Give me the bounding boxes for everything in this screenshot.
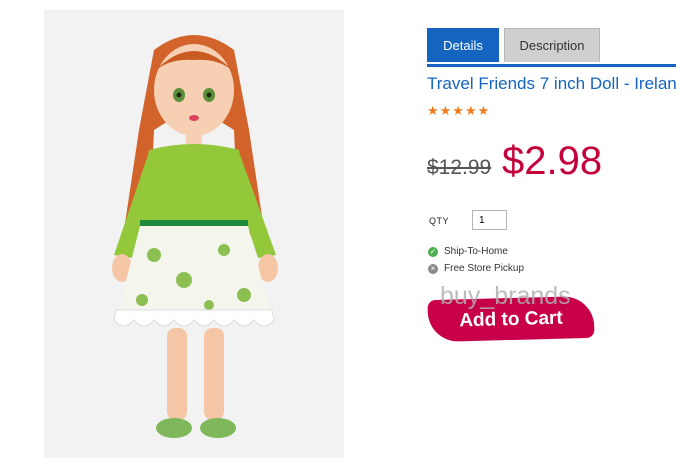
- store-pickup-label: Free Store Pickup: [444, 263, 525, 274]
- unavailable-icon: ×: [428, 263, 438, 274]
- ship-to-home-label: Ship-To-Home: [444, 246, 508, 257]
- product-image[interactable]: [44, 10, 344, 458]
- sale-price: $2.98: [502, 139, 603, 183]
- check-icon: ✓: [428, 246, 438, 257]
- tab-details[interactable]: Details: [427, 28, 499, 62]
- quantity-input[interactable]: [472, 210, 507, 230]
- tab-description[interactable]: Description: [504, 28, 600, 62]
- product-tabs: Details Description: [427, 28, 676, 67]
- store-pickup-option: × Free Store Pickup: [428, 263, 524, 274]
- qty-label: QTY: [429, 216, 450, 226]
- rating-stars-icon[interactable]: ★★★★★: [427, 103, 490, 119]
- product-title: Travel Friends 7 inch Doll - Ireland: [427, 74, 676, 93]
- original-price: $12.99: [427, 156, 492, 179]
- ship-to-home-option: ✓ Ship-To-Home: [428, 246, 508, 257]
- doll-illustration: [112, 35, 278, 438]
- watermark: buy_brands: [440, 282, 571, 310]
